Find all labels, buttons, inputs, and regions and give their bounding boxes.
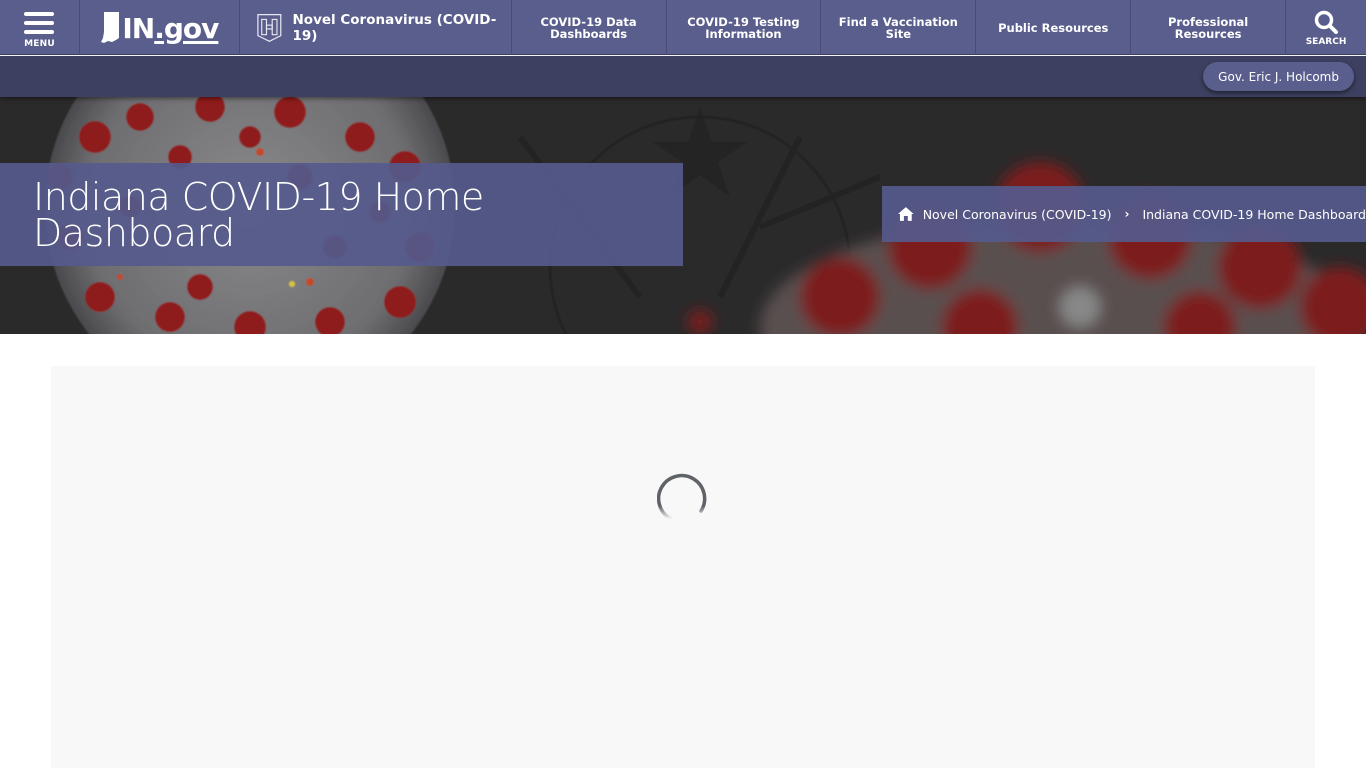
page-title: Indiana COVID-19 Home Dashboard [33,175,484,255]
menu-label: MENU [24,39,55,49]
governor-bar: Gov. Eric J. Holcomb [0,56,1366,97]
agency-label: Novel Coronavirus (COVID-19) [292,11,497,44]
top-navigation: MENU IN.gov Novel Coronavirus (COVID-19)… [0,0,1366,55]
page-title-panel: Indiana COVID-19 Home Dashboard [0,163,683,266]
hero-banner: Indiana COVID-19 Home Dashboard Novel Co… [0,97,1366,334]
breadcrumb-current: Indiana COVID-19 Home Dashboard [1142,206,1366,222]
logo-gov: .gov [154,11,219,45]
nav-link-testing-information[interactable]: COVID-19 Testing Information [667,0,822,55]
nav-link-professional-resources[interactable]: Professional Resources [1131,0,1287,55]
dashboard-embed-container [51,366,1315,768]
agency-home-link[interactable]: Novel Coronavirus (COVID-19) [240,0,512,55]
in-gov-logo-link[interactable]: IN.gov [80,0,240,55]
menu-button[interactable]: MENU [0,0,80,55]
search-icon [1314,10,1339,34]
loading-spinner-icon [657,473,707,521]
home-icon[interactable] [898,207,914,221]
search-label: SEARCH [1305,36,1347,47]
logo-in: IN [122,11,155,45]
indiana-state-icon [101,11,120,43]
hamburger-icon [24,12,55,34]
search-button[interactable]: SEARCH [1286,0,1366,55]
breadcrumb-separator-icon: › [1124,207,1130,221]
in-gov-logo: IN.gov [100,11,219,45]
nav-link-data-dashboards[interactable]: COVID-19 Data Dashboards [512,0,667,55]
nav-link-public-resources[interactable]: Public Resources [976,0,1132,55]
nav-link-vaccination-site[interactable]: Find a Vaccination Site [821,0,977,55]
governor-button[interactable]: Gov. Eric J. Holcomb [1203,62,1354,91]
health-department-shield-icon [257,13,282,42]
breadcrumb: Novel Coronavirus (COVID-19) › Indiana C… [882,186,1366,242]
breadcrumb-parent-link[interactable]: Novel Coronavirus (COVID-19) [923,207,1112,222]
